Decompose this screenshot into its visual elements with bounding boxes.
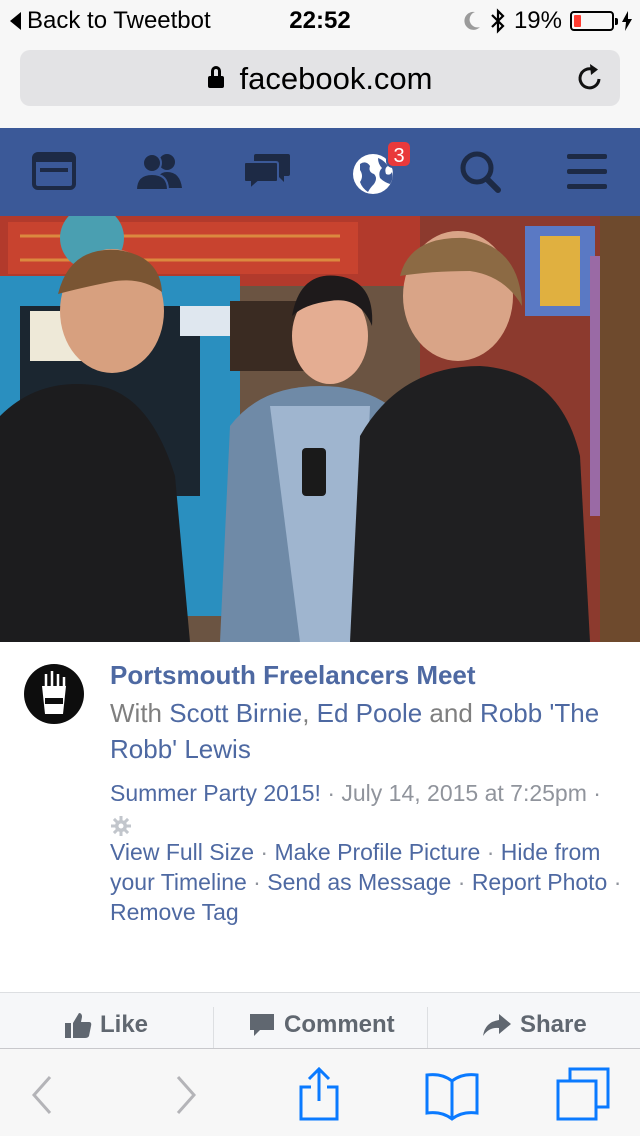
share-label: Share xyxy=(520,1011,587,1038)
remove-tag-link[interactable]: Remove Tag xyxy=(110,899,239,925)
thumbs-up-icon xyxy=(65,1013,92,1038)
meta-dot: · xyxy=(253,869,261,895)
album-link[interactable]: Summer Party 2015! xyxy=(110,780,321,806)
gear-icon[interactable] xyxy=(110,815,132,837)
forward-arrow-icon[interactable] xyxy=(156,1067,212,1123)
tagged-person-link[interactable]: Scott Birnie xyxy=(169,698,302,728)
notifications-tab[interactable]: 3 xyxy=(350,140,412,196)
battery-level xyxy=(574,15,581,27)
share-arrow-icon xyxy=(483,1014,511,1036)
post-timestamp[interactable]: July 14, 2015 at 7:25pm xyxy=(341,780,587,806)
like-label: Like xyxy=(100,1011,149,1038)
post-photo[interactable] xyxy=(0,216,640,642)
back-arrow-icon[interactable] xyxy=(16,1067,72,1123)
status-bar: Back to Tweetbot 22:52 19% xyxy=(0,0,640,40)
report-photo-link[interactable]: Report Photo xyxy=(472,869,608,895)
view-full-size-link[interactable]: View Full Size xyxy=(110,839,254,865)
tabs-icon[interactable] xyxy=(556,1067,612,1123)
facebook-nav-bar: 3 xyxy=(0,128,640,216)
page-avatar[interactable] xyxy=(24,664,84,724)
with-label: With xyxy=(110,698,162,728)
photo-actions: View Full Size · Make Profile Picture · … xyxy=(110,837,625,927)
battery-icon xyxy=(570,11,618,31)
meta-dot: · xyxy=(486,839,495,865)
moon-icon xyxy=(464,11,480,30)
post-action-bar: Like Comment Share xyxy=(0,992,640,1048)
meta-dot: · xyxy=(327,780,335,806)
page-name-link[interactable]: Portsmouth Freelancers Meet xyxy=(110,660,476,691)
action-divider xyxy=(427,1007,428,1048)
like-button[interactable]: Like xyxy=(64,1011,148,1039)
bluetooth-icon xyxy=(491,8,505,34)
notification-badge: 3 xyxy=(386,140,412,168)
browser-toolbar xyxy=(0,1048,640,1136)
send-as-message-link[interactable]: Send as Message xyxy=(267,869,451,895)
share-button[interactable]: Share xyxy=(482,1011,587,1039)
bookmarks-icon[interactable] xyxy=(424,1067,480,1123)
tagged-person-link[interactable]: Ed Poole xyxy=(317,698,423,728)
news-feed-icon[interactable] xyxy=(29,148,79,196)
battery-percentage: 19% xyxy=(513,7,562,34)
action-divider xyxy=(213,1007,214,1048)
comment-button[interactable]: Comment xyxy=(248,1011,395,1039)
comma-separator: , xyxy=(302,698,310,728)
url-text: facebook.com xyxy=(239,61,433,96)
url-display[interactable]: facebook.com xyxy=(20,61,620,97)
meta-dot: · xyxy=(457,869,466,895)
status-indicators: 19% xyxy=(462,7,632,35)
make-profile-picture-link[interactable]: Make Profile Picture xyxy=(274,839,480,865)
address-bar[interactable]: facebook.com xyxy=(20,50,620,106)
messages-icon[interactable] xyxy=(242,148,292,196)
comment-bubble-icon xyxy=(250,1014,274,1036)
meta-dot: · xyxy=(593,780,601,806)
browser-address-area: facebook.com xyxy=(0,40,640,128)
party-photo-illustration xyxy=(0,216,640,642)
tagged-people: With Scott Birnie, Ed Poole and Robb 'Th… xyxy=(110,695,610,767)
menu-icon[interactable] xyxy=(562,148,612,196)
post-details: Portsmouth Freelancers Meet With Scott B… xyxy=(0,642,640,992)
lock-icon xyxy=(207,66,224,88)
friend-requests-icon[interactable] xyxy=(134,148,184,196)
search-icon[interactable] xyxy=(456,148,506,196)
reload-icon[interactable] xyxy=(574,62,606,94)
share-icon[interactable] xyxy=(291,1067,347,1123)
comment-label: Comment xyxy=(284,1011,395,1038)
page-logo-icon xyxy=(42,671,66,714)
post-meta: Summer Party 2015! · July 14, 2015 at 7:… xyxy=(110,778,630,838)
and-label: and xyxy=(429,698,473,728)
meta-dot: · xyxy=(260,839,269,865)
meta-dot: · xyxy=(613,869,622,895)
charging-bolt-icon xyxy=(622,11,632,31)
